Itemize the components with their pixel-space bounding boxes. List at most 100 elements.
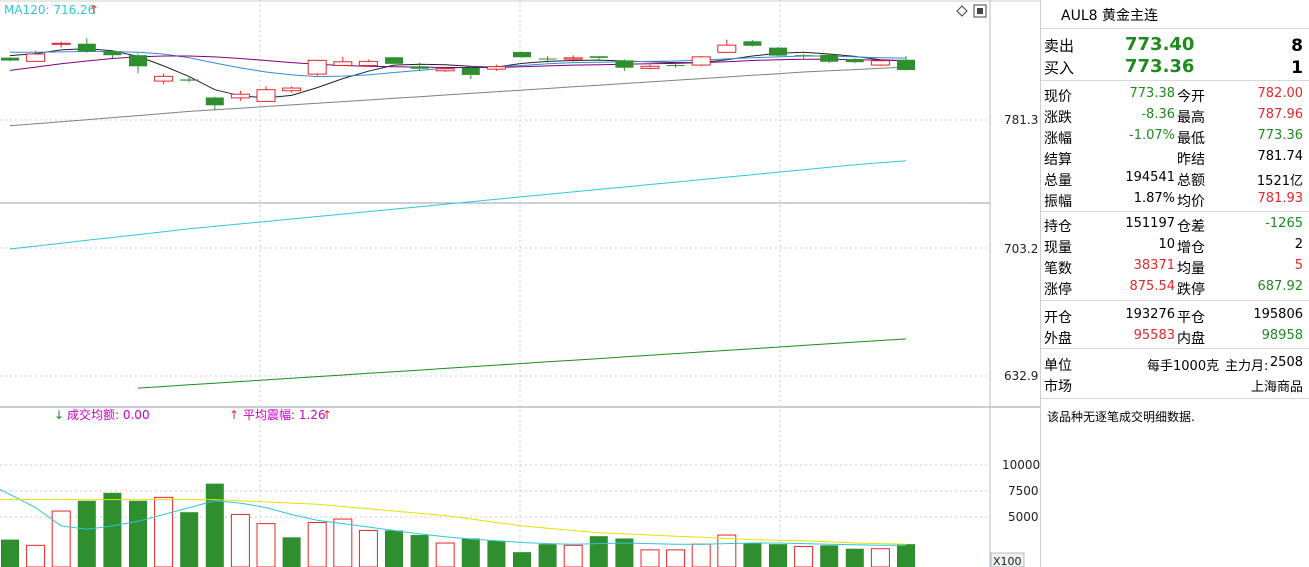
candle-body: [563, 57, 583, 60]
volume-bar: [897, 544, 915, 567]
candle-body: [154, 75, 174, 82]
stat-value: 1521亿: [1256, 174, 1303, 189]
sell-row[interactable]: 卖出 773.40 8: [1041, 34, 1309, 56]
volume-bar: [358, 529, 378, 567]
buy-row[interactable]: 买入 773.36 1: [1041, 56, 1309, 78]
stat-value: 194541: [1125, 170, 1175, 185]
candle-body: [743, 41, 762, 46]
stat-value: 2: [1294, 237, 1303, 252]
volume-bar: [205, 483, 224, 567]
stat-label: 总量: [1044, 173, 1072, 189]
candle-body: [1, 57, 19, 61]
candle-body: [77, 43, 96, 52]
stat-value: 687.92: [1257, 279, 1304, 294]
stat-label: 开仓: [1044, 310, 1072, 326]
volume-axis-label: 10000: [1002, 458, 1040, 472]
candle-body: [486, 66, 506, 70]
volume-bar: [180, 512, 199, 567]
volume-bar: [256, 523, 276, 567]
stat-value: 38371: [1133, 258, 1175, 273]
stat-value: 875.54: [1129, 279, 1176, 294]
quote-stat-row: 总量 194541 总额 1521亿: [1041, 169, 1309, 189]
ma-line: [9, 66, 907, 127]
volume-bar: [77, 500, 96, 567]
candle-body: [717, 44, 737, 53]
volume-bar: [691, 543, 711, 567]
vertical-grid: [259, 0, 781, 567]
volume-bar: [282, 537, 301, 567]
ma120-label: MA120: 716.26: [4, 3, 95, 17]
quote-panel-header: AUL8 黄金主连: [1041, 0, 1309, 29]
candle-body: [180, 79, 199, 81]
diamond-icon[interactable]: [956, 5, 968, 17]
stat-value: 193276: [1125, 307, 1175, 322]
buy-qty: 1: [1291, 58, 1303, 78]
stat-value: 98958: [1261, 328, 1303, 343]
stat-value: 95583: [1133, 328, 1175, 343]
ma-line: [9, 160, 907, 250]
moving-average-lines: [9, 48, 907, 389]
vol-right-arrow: ↑: [229, 408, 239, 422]
stat-value: 781.74: [1257, 149, 1304, 164]
stat-value: 10: [1158, 237, 1175, 252]
volume-bar: [385, 530, 403, 567]
ma-line: [137, 338, 907, 389]
candle-body: [385, 57, 403, 64]
stat-value: -1.07%: [1129, 128, 1175, 143]
stat-label: 平仓: [1177, 310, 1205, 326]
volume-multiplier: X100: [993, 555, 1022, 567]
quote-panel: AUL8 黄金主连 卖出 773.40 8 买入 773.36 1 现价 773.…: [1040, 0, 1309, 567]
volume-bar: [870, 548, 890, 567]
quote-stat-row: 持仓 151197 仓差 -1265: [1041, 215, 1309, 235]
volume-bar: [487, 540, 506, 567]
stat-value: -1265: [1265, 216, 1303, 231]
candle-body: [129, 55, 147, 67]
candle-body: [845, 59, 864, 63]
main-month-label: 主力月:: [1225, 359, 1269, 374]
stat-value: 1.87%: [1133, 191, 1175, 206]
volume-bar: [129, 500, 147, 567]
candlesticks: [1, 38, 915, 111]
quote-stat-row: 涨幅 -1.07% 最低 773.36: [1041, 127, 1309, 147]
panel-separator: [1041, 348, 1309, 349]
stat-value: 5: [1294, 258, 1303, 273]
candle-body: [615, 60, 634, 68]
stat-label: 振幅: [1044, 194, 1072, 210]
ma120-arrow: ↑: [89, 3, 99, 17]
candle-body: [513, 51, 531, 58]
stat-value: 195806: [1253, 307, 1303, 322]
kline-chart-area[interactable]: MA120: 716.26 ↑ 781.3 703.2 632.9 ↓ 成交均额…: [0, 0, 1040, 567]
sell-price: 773.40: [1125, 34, 1195, 55]
stat-label: 均量: [1177, 261, 1205, 277]
candle-body: [666, 65, 685, 67]
sell-label: 卖出: [1044, 37, 1075, 55]
volume-bar: [410, 535, 429, 567]
quote-stat-row: 振幅 1.87% 均价 781.93: [1041, 190, 1309, 210]
avg-turnover-label: 成交均额: 0.00: [67, 407, 150, 422]
volume-bar: [154, 496, 174, 567]
stat-label: 内盘: [1177, 331, 1205, 347]
candle-body: [410, 66, 429, 69]
volume-bar: [333, 518, 353, 567]
unit-label: 单位: [1044, 358, 1072, 374]
candle-body: [205, 97, 224, 106]
quote-stat-row: 现价 773.38 今开 782.00: [1041, 85, 1309, 105]
unit-row: 单位 每手1000克 主力月: 2508: [1041, 354, 1309, 374]
volume-axis-label: 5000: [1008, 510, 1039, 524]
stat-label: 昨结: [1177, 152, 1205, 168]
quote-stat-row: 结算 昨结 781.74: [1041, 148, 1309, 168]
candle-body: [307, 59, 327, 75]
volume-bar: [51, 510, 71, 567]
kline-chart[interactable]: MA120: 716.26 ↑ 781.3 703.2 632.9 ↓ 成交均额…: [0, 0, 1040, 567]
volume-axis-label: 7500: [1008, 484, 1039, 498]
stat-label: 今开: [1177, 89, 1205, 105]
volume-bar: [103, 492, 122, 567]
price-axis-label: 632.9: [1004, 369, 1038, 383]
candle-body: [435, 68, 455, 72]
volume-bar: [845, 548, 864, 567]
volume-bar: [743, 543, 762, 567]
maximize-icon[interactable]: [973, 4, 987, 18]
candle-body: [282, 87, 302, 92]
volume-bar: [794, 545, 814, 567]
price-axis-label: 703.2: [1004, 242, 1038, 256]
